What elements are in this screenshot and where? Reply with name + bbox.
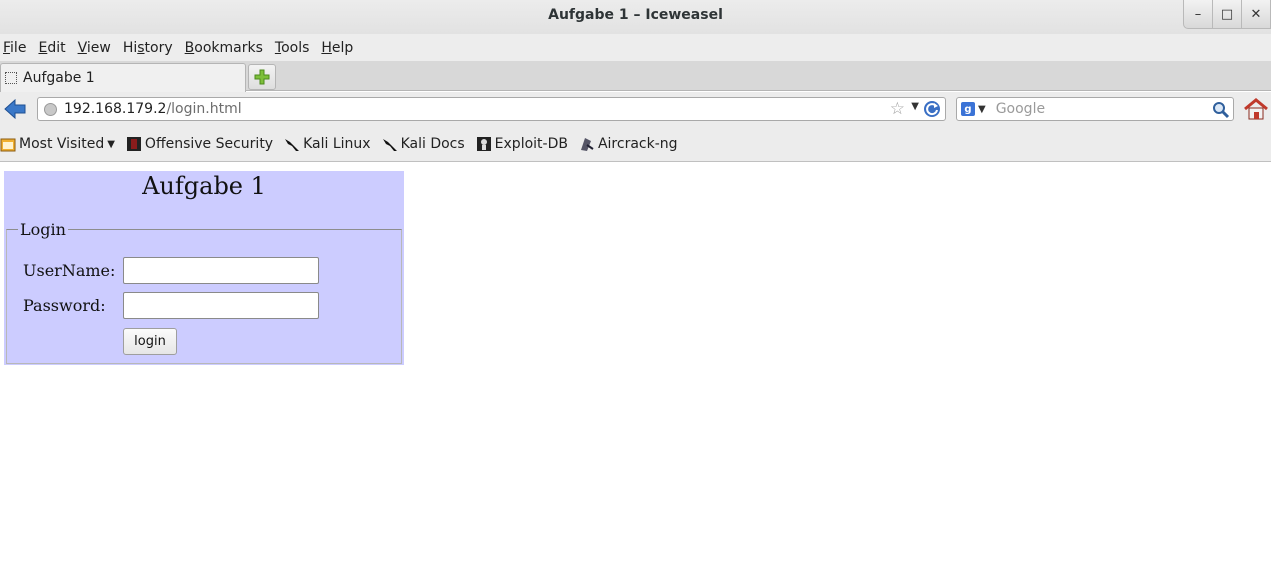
search-button[interactable]	[1212, 101, 1230, 123]
bookmark-exploit-db[interactable]: Exploit-DB	[476, 136, 568, 152]
back-arrow-icon	[4, 99, 26, 119]
bookmarks-toolbar: Most Visited ▼ Offensive Security Kali L…	[0, 127, 1271, 162]
username-label: UserName:	[23, 261, 116, 280]
password-input[interactable]	[123, 292, 319, 319]
window-titlebar: Aufgabe 1 – Iceweasel – □ ✕	[0, 0, 1271, 34]
most-visited-icon	[0, 138, 16, 152]
login-legend: Login	[20, 220, 66, 239]
maximize-icon: □	[1220, 6, 1234, 22]
home-button[interactable]	[1243, 98, 1269, 124]
url-history-dropdown-icon[interactable]: ▼	[911, 101, 919, 112]
bookmark-kali-linux[interactable]: Kali Linux	[284, 136, 371, 152]
offsec-icon	[126, 137, 141, 151]
kali-dragon-icon	[285, 139, 300, 151]
page-title: Aufgabe 1	[142, 172, 266, 200]
kali-dragon-icon	[382, 139, 397, 151]
minimize-icon: –	[1194, 6, 1202, 22]
site-identity-icon[interactable]	[44, 102, 57, 116]
username-input[interactable]	[123, 257, 319, 284]
menu-tools[interactable]: Tools	[272, 40, 313, 56]
aircrack-icon	[580, 138, 594, 151]
menu-file[interactable]: File	[0, 40, 29, 56]
minimize-button[interactable]: –	[1183, 0, 1213, 29]
navigation-toolbar: 192.168.179.2/login.html ☆ ▼ g ▼	[0, 92, 1271, 127]
tab-strip: Aufgabe 1	[0, 61, 1271, 92]
password-label: Password:	[23, 296, 106, 315]
menu-bookmarks[interactable]: Bookmarks	[182, 40, 266, 56]
url-path: /login.html	[166, 101, 242, 117]
window-controls: – □ ✕	[1183, 0, 1271, 29]
reload-icon	[924, 101, 940, 117]
menu-history[interactable]: History	[120, 40, 176, 56]
home-icon	[1244, 98, 1268, 120]
menu-edit[interactable]: Edit	[35, 40, 68, 56]
search-input[interactable]	[993, 100, 1209, 118]
close-icon: ✕	[1250, 6, 1262, 22]
menu-help[interactable]: Help	[318, 40, 356, 56]
url-host: 192.168.179.2	[64, 101, 167, 117]
login-fieldset: Login UserName: Password: login	[6, 220, 402, 364]
bookmark-offensive-security[interactable]: Offensive Security	[126, 136, 273, 152]
page-content: Aufgabe 1 Login UserName: Password: logi…	[0, 163, 1271, 571]
tab-title: Aufgabe 1	[23, 70, 95, 86]
exploitdb-icon	[476, 137, 491, 151]
new-tab-button[interactable]	[248, 64, 276, 90]
bookmark-kali-docs[interactable]: Kali Docs	[382, 136, 465, 152]
bookmark-star-icon[interactable]: ☆	[890, 99, 905, 119]
search-engine-dropdown-icon[interactable]: ▼	[978, 104, 986, 115]
google-icon[interactable]: g	[961, 102, 975, 116]
menu-view[interactable]: View	[75, 40, 114, 56]
password-row: Password:	[23, 292, 319, 319]
page-favicon-icon	[5, 72, 17, 84]
magnifier-icon	[1213, 102, 1230, 119]
plus-icon	[254, 69, 270, 85]
username-row: UserName:	[23, 257, 319, 284]
login-button[interactable]: login	[123, 328, 177, 355]
reload-button[interactable]	[922, 99, 942, 123]
login-box: Aufgabe 1 Login UserName: Password: logi…	[4, 171, 404, 365]
back-button[interactable]	[3, 98, 27, 120]
bookmark-most-visited[interactable]: Most Visited ▼	[0, 136, 115, 152]
window-title: Aufgabe 1 – Iceweasel	[548, 7, 723, 23]
tab-aufgabe-1[interactable]: Aufgabe 1	[0, 63, 246, 92]
bookmark-aircrack-ng[interactable]: Aircrack-ng	[579, 136, 678, 152]
url-bar[interactable]: 192.168.179.2/login.html ☆ ▼	[37, 97, 946, 121]
close-button[interactable]: ✕	[1241, 0, 1271, 29]
search-bar[interactable]: g ▼	[956, 97, 1234, 121]
chevron-down-icon: ▼	[107, 138, 115, 150]
maximize-button[interactable]: □	[1212, 0, 1242, 29]
menu-bar: File Edit View History Bookmarks Tools H…	[0, 34, 1271, 61]
